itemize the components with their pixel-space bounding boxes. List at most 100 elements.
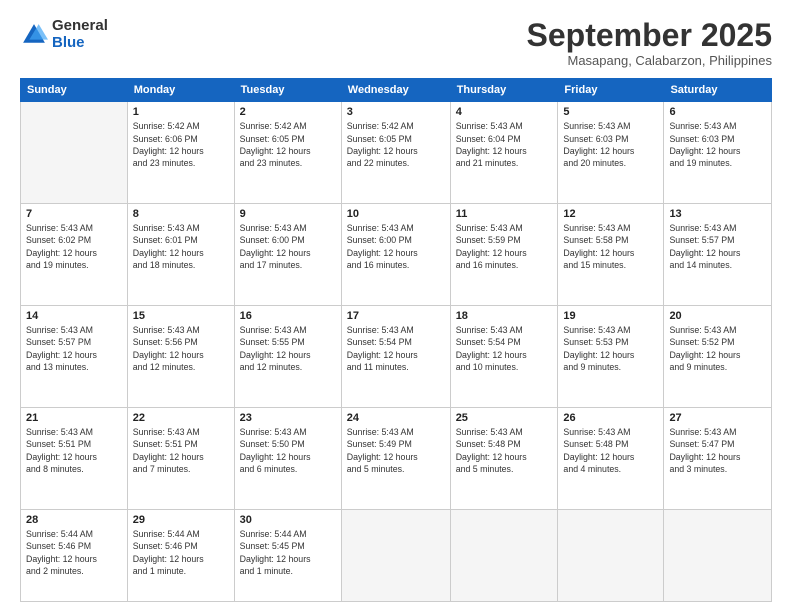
day-number: 23 [240, 412, 336, 424]
calendar-cell: 17 Sunrise: 5:43 AM Sunset: 5:54 PM Dayli… [341, 306, 450, 408]
day-number: 30 [240, 514, 336, 526]
calendar-cell: 9Sunrise: 5:43 AM Sunset: 6:00 PM Daylig… [234, 204, 341, 306]
calendar-cell: 11Sunrise: 5:43 AM Sunset: 5:59 PM Dayli… [450, 204, 558, 306]
header: General Blue September 2025 Masapang, Ca… [20, 18, 772, 68]
calendar-cell: 23 Sunrise: 5:43 AM Sunset: 5:50 PM Dayli… [234, 408, 341, 510]
day-info: Sunrise: 5:43 AM Sunset: 5:59 PM Dayligh… [456, 222, 553, 271]
day-number: 7 [26, 208, 122, 220]
day-info: Sunrise: 5:43 AM Sunset: 5:55 PM Dayligh… [240, 324, 336, 373]
location-subtitle: Masapang, Calabarzon, Philippines [527, 53, 772, 68]
day-number: 17 [347, 310, 445, 322]
calendar-cell: 26Sunrise: 5:43 AM Sunset: 5:48 PM Dayli… [558, 408, 664, 510]
day-info: Sunrise: 5:43 AM Sunset: 5:49 PM Dayligh… [347, 426, 445, 475]
calendar-cell: 1Sunrise: 5:42 AM Sunset: 6:06 PM Daylig… [127, 102, 234, 204]
logo-line2: Blue [52, 35, 108, 52]
day-number: 3 [347, 106, 445, 118]
day-number: 15 [133, 310, 229, 322]
header-saturday: Saturday [664, 79, 772, 102]
week-row-5: 28 Sunrise: 5:44 AM Sunset: 5:46 PM Dayli… [21, 509, 772, 601]
logo-text: General Blue [52, 18, 108, 51]
day-info: Sunrise: 5:43 AM Sunset: 6:00 PM Dayligh… [240, 222, 336, 271]
calendar-cell: 10Sunrise: 5:43 AM Sunset: 6:00 PM Dayli… [341, 204, 450, 306]
calendar-cell: 22Sunrise: 5:43 AM Sunset: 5:51 PM Dayli… [127, 408, 234, 510]
day-info: Sunrise: 5:43 AM Sunset: 5:51 PM Dayligh… [26, 426, 122, 475]
day-number: 6 [669, 106, 766, 118]
day-number: 26 [563, 412, 658, 424]
day-info: Sunrise: 5:43 AM Sunset: 5:48 PM Dayligh… [456, 426, 553, 475]
calendar-cell [450, 509, 558, 601]
calendar-cell: 29 Sunrise: 5:44 AM Sunset: 5:46 PM Dayli… [127, 509, 234, 601]
month-title: September 2025 [527, 18, 772, 53]
day-number: 18 [456, 310, 553, 322]
day-number: 8 [133, 208, 229, 220]
logo: General Blue [20, 18, 108, 51]
day-info: Sunrise: 5:44 AM Sunset: 5:45 PM Dayligh… [240, 528, 336, 577]
calendar-cell: 12 Sunrise: 5:43 AM Sunset: 5:58 PM Dayli… [558, 204, 664, 306]
day-info: Sunrise: 5:43 AM Sunset: 5:53 PM Dayligh… [563, 324, 658, 373]
weekday-header-row: Sunday Monday Tuesday Wednesday Thursday… [21, 79, 772, 102]
calendar-cell: 2 Sunrise: 5:42 AM Sunset: 6:05 PM Daylig… [234, 102, 341, 204]
calendar-table: Sunday Monday Tuesday Wednesday Thursday… [20, 78, 772, 602]
header-monday: Monday [127, 79, 234, 102]
day-number: 1 [133, 106, 229, 118]
day-info: Sunrise: 5:43 AM Sunset: 6:03 PM Dayligh… [563, 120, 658, 169]
day-info: Sunrise: 5:42 AM Sunset: 6:05 PM Dayligh… [240, 120, 336, 169]
calendar-cell: 30 Sunrise: 5:44 AM Sunset: 5:45 PM Dayli… [234, 509, 341, 601]
week-row-3: 14 Sunrise: 5:43 AM Sunset: 5:57 PM Dayli… [21, 306, 772, 408]
day-number: 21 [26, 412, 122, 424]
week-row-1: 1Sunrise: 5:42 AM Sunset: 6:06 PM Daylig… [21, 102, 772, 204]
day-number: 2 [240, 106, 336, 118]
day-info: Sunrise: 5:43 AM Sunset: 5:47 PM Dayligh… [669, 426, 766, 475]
calendar-cell: 28 Sunrise: 5:44 AM Sunset: 5:46 PM Dayli… [21, 509, 128, 601]
title-block: September 2025 Masapang, Calabarzon, Phi… [527, 18, 772, 68]
calendar-cell: 15 Sunrise: 5:43 AM Sunset: 5:56 PM Dayli… [127, 306, 234, 408]
header-wednesday: Wednesday [341, 79, 450, 102]
day-number: 25 [456, 412, 553, 424]
day-number: 12 [563, 208, 658, 220]
day-number: 24 [347, 412, 445, 424]
day-info: Sunrise: 5:43 AM Sunset: 5:54 PM Dayligh… [347, 324, 445, 373]
day-info: Sunrise: 5:43 AM Sunset: 5:50 PM Dayligh… [240, 426, 336, 475]
week-row-4: 21 Sunrise: 5:43 AM Sunset: 5:51 PM Dayli… [21, 408, 772, 510]
calendar-cell: 6Sunrise: 5:43 AM Sunset: 6:03 PM Daylig… [664, 102, 772, 204]
day-number: 19 [563, 310, 658, 322]
logo-icon [20, 21, 48, 49]
calendar-cell: 4Sunrise: 5:43 AM Sunset: 6:04 PM Daylig… [450, 102, 558, 204]
calendar-cell: 19 Sunrise: 5:43 AM Sunset: 5:53 PM Dayli… [558, 306, 664, 408]
day-info: Sunrise: 5:44 AM Sunset: 5:46 PM Dayligh… [26, 528, 122, 577]
day-info: Sunrise: 5:43 AM Sunset: 5:54 PM Dayligh… [456, 324, 553, 373]
day-number: 13 [669, 208, 766, 220]
day-info: Sunrise: 5:43 AM Sunset: 5:58 PM Dayligh… [563, 222, 658, 271]
day-info: Sunrise: 5:42 AM Sunset: 6:05 PM Dayligh… [347, 120, 445, 169]
calendar-cell: 7Sunrise: 5:43 AM Sunset: 6:02 PM Daylig… [21, 204, 128, 306]
calendar-cell: 8Sunrise: 5:43 AM Sunset: 6:01 PM Daylig… [127, 204, 234, 306]
day-number: 28 [26, 514, 122, 526]
calendar-cell: 27 Sunrise: 5:43 AM Sunset: 5:47 PM Dayli… [664, 408, 772, 510]
calendar-cell: 3 Sunrise: 5:42 AM Sunset: 6:05 PM Daylig… [341, 102, 450, 204]
day-info: Sunrise: 5:43 AM Sunset: 5:57 PM Dayligh… [669, 222, 766, 271]
calendar-cell [21, 102, 128, 204]
day-info: Sunrise: 5:43 AM Sunset: 5:56 PM Dayligh… [133, 324, 229, 373]
day-number: 14 [26, 310, 122, 322]
calendar-cell: 25 Sunrise: 5:43 AM Sunset: 5:48 PM Dayli… [450, 408, 558, 510]
calendar-cell [664, 509, 772, 601]
day-info: Sunrise: 5:43 AM Sunset: 5:52 PM Dayligh… [669, 324, 766, 373]
day-number: 16 [240, 310, 336, 322]
day-number: 4 [456, 106, 553, 118]
day-number: 5 [563, 106, 658, 118]
week-row-2: 7Sunrise: 5:43 AM Sunset: 6:02 PM Daylig… [21, 204, 772, 306]
day-info: Sunrise: 5:43 AM Sunset: 5:57 PM Dayligh… [26, 324, 122, 373]
page: General Blue September 2025 Masapang, Ca… [0, 0, 792, 612]
header-thursday: Thursday [450, 79, 558, 102]
day-info: Sunrise: 5:44 AM Sunset: 5:46 PM Dayligh… [133, 528, 229, 577]
calendar-cell: 18 Sunrise: 5:43 AM Sunset: 5:54 PM Dayli… [450, 306, 558, 408]
calendar-cell: 20Sunrise: 5:43 AM Sunset: 5:52 PM Dayli… [664, 306, 772, 408]
day-number: 29 [133, 514, 229, 526]
day-number: 27 [669, 412, 766, 424]
day-info: Sunrise: 5:43 AM Sunset: 5:51 PM Dayligh… [133, 426, 229, 475]
calendar-cell [558, 509, 664, 601]
calendar-cell: 5 Sunrise: 5:43 AM Sunset: 6:03 PM Daylig… [558, 102, 664, 204]
logo-line1: General [52, 18, 108, 35]
calendar-cell: 16 Sunrise: 5:43 AM Sunset: 5:55 PM Dayli… [234, 306, 341, 408]
calendar-cell: 14 Sunrise: 5:43 AM Sunset: 5:57 PM Dayli… [21, 306, 128, 408]
